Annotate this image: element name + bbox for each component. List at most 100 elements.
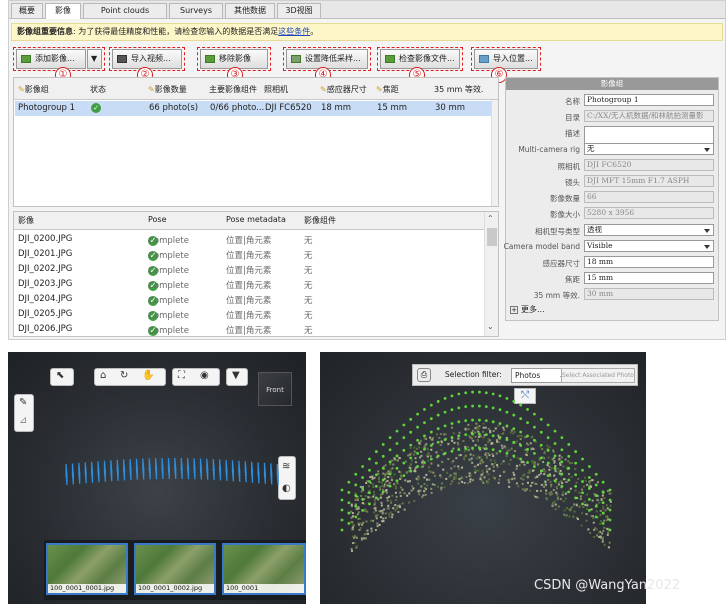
terrain-point: [440, 486, 443, 489]
terrain-point: [567, 460, 570, 463]
camera-point: [553, 429, 557, 433]
property-value[interactable]: 15 mm: [584, 272, 714, 285]
terrain-point: [497, 481, 500, 484]
camera-point: [608, 498, 612, 502]
terrain-point: [391, 513, 394, 516]
terrain-point: [563, 509, 566, 512]
terrain-point: [418, 493, 421, 496]
downsampling-button[interactable]: 设置降低采样...: [286, 49, 368, 69]
terrain-point: [485, 465, 488, 468]
list-item[interactable]: DJI_0204.JPG ✓ Complete 位置|角元素 无: [14, 292, 482, 307]
scrollbar[interactable]: [491, 100, 498, 206]
terrain-point: [384, 475, 387, 478]
terrain-point: [509, 458, 512, 461]
col-photo[interactable]: 影像: [18, 215, 34, 226]
col-pose-metadata[interactable]: Pose metadata: [226, 215, 286, 224]
terrain-point: [427, 452, 430, 455]
check-image-files-button[interactable]: 检查影像文件...: [380, 49, 460, 69]
col-sensor-size[interactable]: ✎感应器尺寸: [320, 84, 367, 95]
remove-photos-button[interactable]: 移除影像: [200, 49, 268, 69]
import-video-button[interactable]: 导入视频...: [112, 49, 182, 69]
property-value[interactable]: 透视: [584, 223, 714, 236]
terrain-point: [545, 489, 548, 492]
col-photo-count[interactable]: ✎影像数量: [148, 84, 187, 95]
camera-point: [457, 448, 461, 452]
photo-thumbnail[interactable]: 100_0001_0001.jpg: [46, 543, 128, 595]
terrain-point: [465, 454, 468, 457]
camera-point: [581, 480, 584, 483]
scrollbar[interactable]: ⌃ ⌄: [484, 212, 498, 336]
terrain-point: [525, 454, 528, 457]
terrain-point: [505, 455, 508, 458]
col-photogroup[interactable]: ✎影像组: [18, 84, 49, 95]
terrain-point: [502, 426, 505, 429]
terrain-point: [496, 440, 499, 443]
tab-3d-view[interactable]: 3D视图: [277, 3, 321, 18]
col-focal-length[interactable]: ✎焦距: [376, 84, 399, 95]
col-camera[interactable]: 照相机: [264, 84, 288, 95]
info-link[interactable]: 这些条件: [278, 27, 310, 36]
tab-overview[interactable]: 概要: [11, 3, 43, 18]
list-item[interactable]: DJI_0203.JPG ✓ Complete 位置|角元素 无: [14, 277, 482, 292]
point-cloud-viewer[interactable]: ⎙ Selection filter: Photos⌄ Select Assoc…: [320, 352, 646, 604]
property-value[interactable]: 无: [584, 142, 714, 155]
terrain-point: [596, 534, 599, 537]
terrain-point: [555, 491, 558, 494]
tab-surveys[interactable]: Surveys: [169, 3, 223, 18]
list-item[interactable]: DJI_0201.JPG ✓ Complete 位置|角元素 无: [14, 247, 482, 262]
terrain-point: [389, 511, 392, 514]
terrain-point: [427, 459, 430, 462]
terrain-point: [471, 429, 474, 432]
camera-point: [429, 444, 433, 447]
terrain-point: [453, 441, 456, 444]
terrain-point: [423, 483, 426, 486]
list-item[interactable]: DJI_0206.JPG ✓ Complete 位置|角元素 无: [14, 322, 482, 337]
terrain-point: [585, 493, 588, 496]
tab-other-data[interactable]: 其他数据: [225, 3, 275, 18]
terrain-point: [374, 529, 377, 532]
terrain-point: [440, 488, 443, 491]
camera-point: [560, 460, 564, 464]
terrain-point: [413, 446, 416, 449]
photo-thumbnail[interactable]: 100_0001_0002.jpg: [134, 543, 216, 595]
import-positions-button[interactable]: 导入位置...: [474, 49, 538, 69]
col-photo-component[interactable]: 影像组件: [304, 215, 336, 226]
photo-thumbnail[interactable]: 100_0001: [222, 543, 306, 595]
property-value[interactable]: 18 mm: [584, 256, 714, 268]
camera-point: [416, 412, 419, 416]
col-35mm-equivalent[interactable]: 35 mm 等效.: [434, 84, 483, 95]
terrain-point: [474, 427, 477, 430]
col-status[interactable]: 状态: [90, 84, 106, 95]
tab-photos[interactable]: 影像: [45, 3, 81, 19]
terrain-point: [418, 442, 421, 445]
terrain-point: [371, 477, 374, 480]
property-value[interactable]: Photogroup 1: [584, 94, 714, 106]
tab-point-clouds[interactable]: Point clouds: [83, 3, 167, 18]
terrain-point: [369, 519, 372, 522]
3d-viewer[interactable]: ⬉ ⌂ ↻ ✋ ⛶ ◉ ▼ Front ✎ ⊿ ≋ ◐ 100_0001_000…: [8, 352, 306, 604]
camera-point: [368, 468, 371, 472]
terrain-point: [574, 467, 577, 470]
terrain-point: [585, 519, 588, 522]
camera-point: [491, 434, 495, 438]
import-positions-icon: [479, 55, 489, 63]
add-photos-dropdown[interactable]: ▼: [87, 49, 102, 69]
camera-point: [347, 491, 351, 494]
col-main-component[interactable]: 主要影像组件: [209, 84, 257, 95]
table-row[interactable]: Photogroup 1 ✓ 66 photo(s) 0/66 photo...…: [15, 101, 491, 116]
add-photos-button[interactable]: 添加影像...: [16, 49, 86, 69]
terrain-point: [390, 476, 393, 479]
list-item[interactable]: DJI_0200.JPG ✓ Complete 位置|角元素 无: [14, 232, 482, 247]
terrain-point: [413, 468, 416, 471]
camera-point: [498, 422, 502, 425]
more-toggle[interactable]: + 更多...: [510, 304, 545, 315]
list-item[interactable]: DJI_0205.JPG ✓ Complete 位置|角元素 无: [14, 307, 482, 322]
property-value[interactable]: Visible: [584, 239, 714, 252]
scroll-thumb[interactable]: [487, 228, 497, 246]
scroll-down-icon[interactable]: ⌄: [487, 322, 494, 331]
terrain-point: [553, 474, 556, 477]
terrain-point: [351, 542, 354, 545]
col-pose[interactable]: Pose: [148, 215, 167, 224]
scroll-up-icon[interactable]: ⌃: [487, 214, 494, 223]
list-item[interactable]: DJI_0202.JPG ✓ Complete 位置|角元素 无: [14, 262, 482, 277]
